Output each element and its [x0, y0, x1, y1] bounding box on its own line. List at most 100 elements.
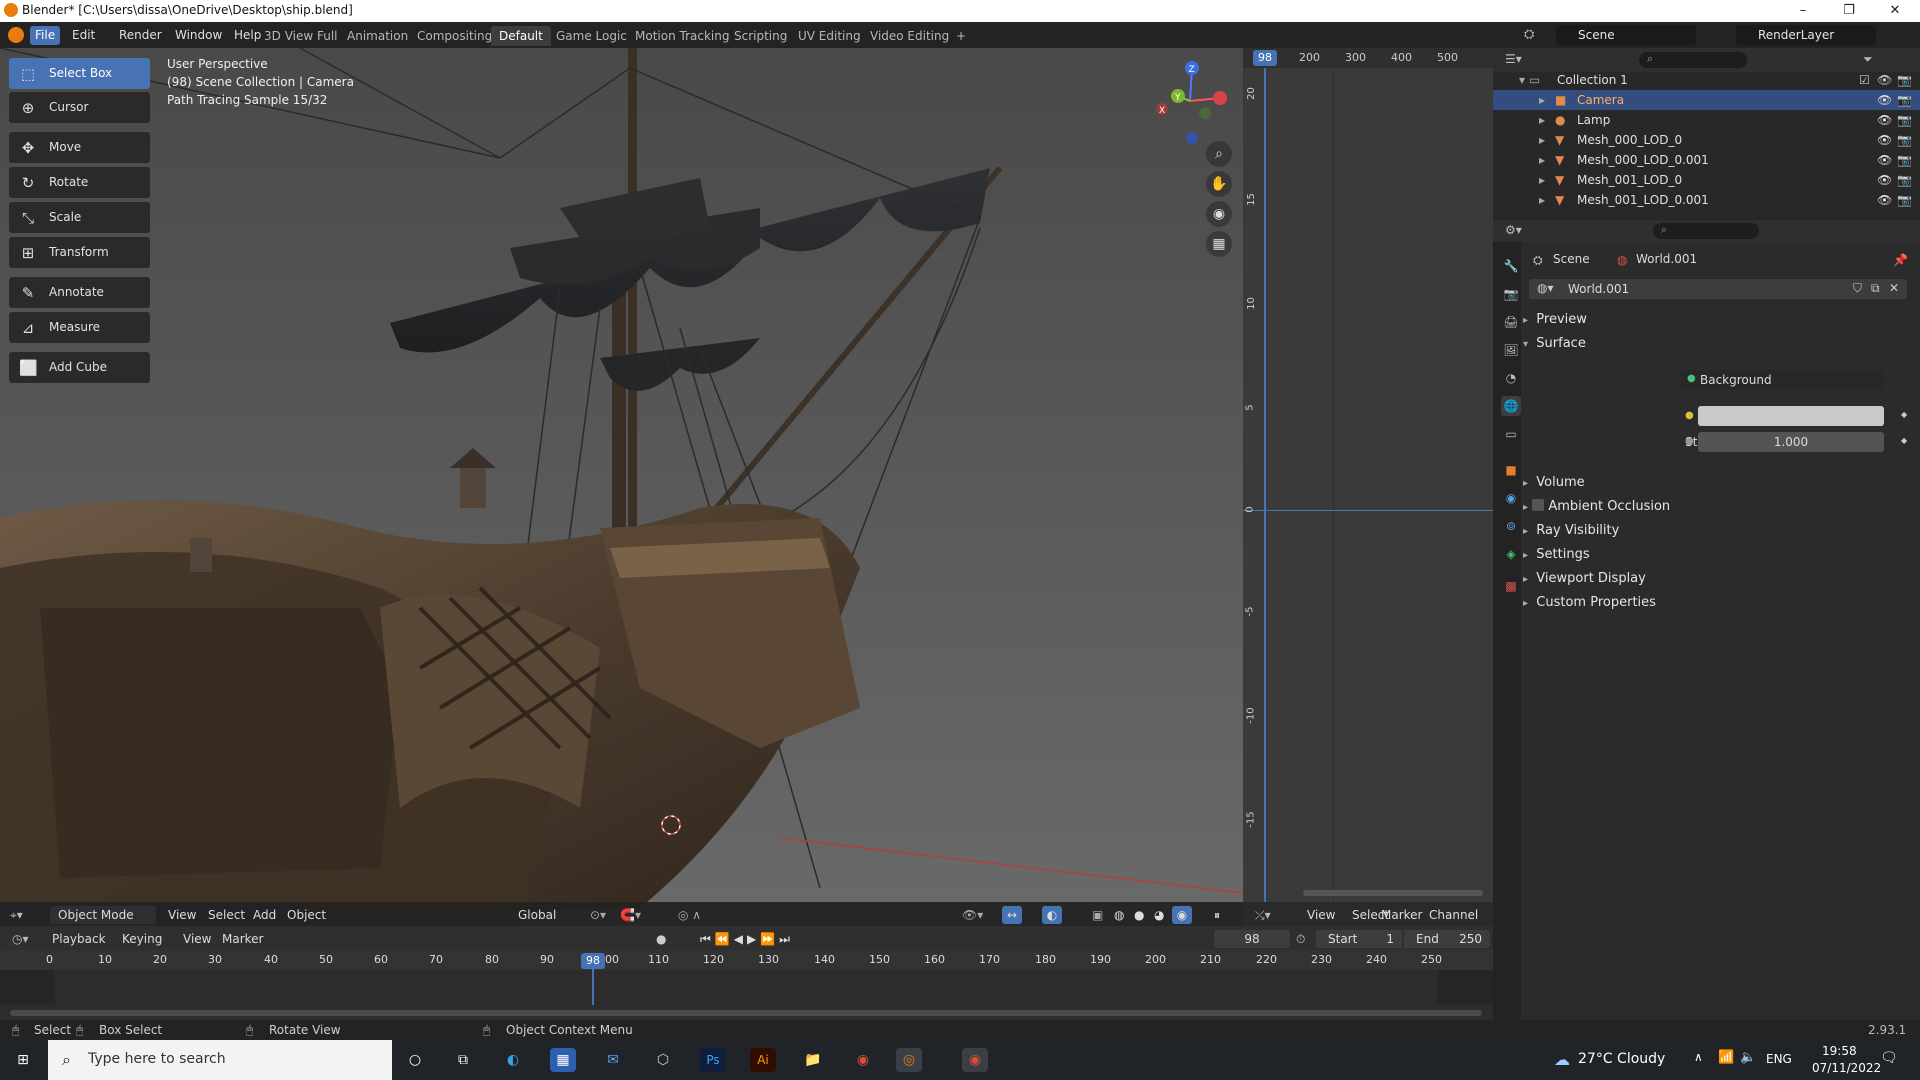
timeline-playhead[interactable] — [592, 969, 594, 1005]
viewport-menu-add[interactable]: Add — [253, 906, 276, 924]
menu-edit[interactable]: Edit — [67, 26, 100, 45]
camera-render-icon[interactable]: 📷 — [1897, 110, 1912, 130]
language-indicator[interactable]: ENG — [1766, 1052, 1792, 1066]
tool-scale[interactable]: ⤡ Scale — [9, 202, 150, 233]
weather-text[interactable]: 27°C Cloudy — [1578, 1051, 1665, 1067]
keyframe-dot-icon[interactable]: ◆ — [1901, 436, 1907, 445]
render-layer-selector[interactable]: RenderLayer — [1736, 25, 1876, 45]
camera-render-icon[interactable]: 📷 — [1897, 90, 1912, 110]
outliner-row-lamp[interactable]: ▸ ● Lamp 👁 📷 — [1493, 110, 1920, 130]
task-view-icon[interactable]: ⧉ — [450, 1048, 476, 1072]
timeline-playhead-label[interactable]: 98 — [581, 953, 605, 969]
graph-scrollbar[interactable] — [1303, 890, 1483, 896]
menu-window[interactable]: Window — [170, 26, 227, 45]
collection-properties-icon[interactable]: ▭ — [1501, 424, 1521, 444]
outliner-row-mesh[interactable]: ▸ ▼ Mesh_000_LOD_0 👁 📷 — [1493, 130, 1920, 150]
windows-start-icon[interactable]: ⊞ — [10, 1048, 36, 1072]
pin-icon[interactable]: 📌 — [1893, 253, 1908, 267]
ao-checkbox[interactable] — [1532, 499, 1545, 511]
pause-render-icon[interactable]: ⏸ — [1214, 906, 1220, 924]
add-workspace-button[interactable]: + — [948, 26, 974, 46]
clock-date[interactable]: 07/11/2022 — [1812, 1061, 1881, 1075]
solid-shading-icon[interactable]: ● — [1134, 906, 1144, 924]
graph-menu-marker[interactable]: Marker — [1381, 906, 1422, 924]
panel-ray-visibility[interactable]: ▸ Ray Visibility — [1523, 520, 1920, 542]
graph-menu-channel[interactable]: Channel — [1429, 906, 1478, 924]
menu-render[interactable]: Render — [114, 26, 167, 45]
object-mode-dropdown[interactable]: Object Mode — [50, 906, 156, 924]
timeline-scrollbar[interactable] — [10, 1010, 1482, 1016]
constraints-icon[interactable]: ⊚ — [1501, 516, 1521, 536]
eye-icon[interactable]: 👁 — [1877, 90, 1892, 110]
panel-viewport-display[interactable]: ▸ Viewport Display — [1523, 568, 1920, 590]
filter-icon[interactable]: ⏷ — [1863, 52, 1873, 67]
end-frame-field[interactable]: End 250 — [1404, 930, 1490, 948]
eye-icon[interactable]: 👁 — [1877, 170, 1892, 190]
camera-render-icon[interactable]: 📷 — [1897, 190, 1912, 210]
render-properties-icon[interactable]: 📷 — [1501, 284, 1521, 304]
ortho-grid-icon[interactable]: ▦ — [1206, 231, 1232, 257]
texture-properties-icon[interactable]: ▩ — [1501, 576, 1521, 596]
pan-hand-icon[interactable]: ✋ — [1206, 171, 1232, 197]
camera-render-icon[interactable]: 📷 — [1897, 170, 1912, 190]
tab-3d-view-full[interactable]: 3D View Full — [256, 26, 346, 46]
tool-annotate[interactable]: ✎ Annotate — [9, 277, 150, 308]
properties-editor-icon[interactable]: ⚙▾ — [1505, 223, 1522, 237]
tool-rotate[interactable]: ↻ Rotate — [9, 167, 150, 198]
gizmo-toggle-icon[interactable]: ↔ — [1002, 906, 1022, 924]
keyframe-dot-icon[interactable]: ◆ — [1901, 410, 1907, 419]
viewport-menu-view[interactable]: View — [168, 906, 196, 924]
panel-ambient-occlusion[interactable]: ▸ Ambient Occlusion — [1523, 496, 1920, 518]
panel-surface[interactable]: ▾ Surface — [1523, 333, 1920, 355]
world-name[interactable]: World.001 — [1568, 282, 1629, 296]
strength-socket-icon[interactable]: ● — [1685, 436, 1694, 447]
transform-orientation-dropdown[interactable]: Global — [500, 906, 556, 924]
outliner-collection-row[interactable]: ▾ ▭ Collection 1 ☑ 👁 📷 — [1493, 70, 1920, 90]
timeline-editor-icon[interactable]: ◷▾ — [12, 930, 29, 948]
eye-icon[interactable]: 👁 — [1877, 190, 1892, 210]
eye-icon[interactable]: 👁 — [1877, 110, 1892, 130]
3d-viewport[interactable]: ⬚ Select Box ⊕ Cursor ✥ Move ↻ Rotate ⤡ Scale… — [0, 48, 1243, 926]
viewport-menu-object[interactable]: Object — [287, 906, 326, 924]
viewport-menu-select[interactable]: Select — [208, 906, 245, 924]
edge-browser-icon[interactable]: ◐ — [500, 1048, 526, 1072]
outliner-row-mesh[interactable]: ▸ ▼ Mesh_000_LOD_0.001 👁 📷 — [1493, 150, 1920, 170]
outliner-row-mesh[interactable]: ▸ ▼ Mesh_001_LOD_0 👁 📷 — [1493, 170, 1920, 190]
timeline-menu-marker[interactable]: Marker — [222, 930, 263, 948]
camera-render-icon[interactable]: 📷 — [1897, 70, 1912, 90]
xray-icon[interactable]: ▣ — [1092, 906, 1103, 924]
tool-cursor[interactable]: ⊕ Cursor — [9, 92, 150, 123]
cortana-icon[interactable]: ○ — [402, 1048, 428, 1072]
tray-chevron-icon[interactable]: ∧ — [1694, 1050, 1703, 1064]
tool-select-box[interactable]: ⬚ Select Box — [9, 58, 150, 89]
expand-arrow-icon[interactable]: ▸ — [1539, 110, 1545, 130]
tab-scripting[interactable]: Scripting — [726, 26, 795, 46]
outliner-search-input[interactable]: ⌕ — [1639, 52, 1747, 68]
camera-render-icon[interactable]: 📷 — [1897, 150, 1912, 170]
unity-hub-icon[interactable]: ⬡ — [650, 1048, 676, 1072]
record-keyframe-icon[interactable]: ● — [656, 930, 666, 948]
playback-controls-icon[interactable]: ⏮⏪◀▶⏩⏭ — [700, 930, 794, 948]
chrome-window-icon[interactable]: ◉ — [962, 1048, 988, 1072]
scene-selector[interactable]: Scene — [1556, 25, 1696, 45]
tab-animation[interactable]: Animation — [339, 26, 416, 46]
start-frame-field[interactable]: Start 1 — [1316, 930, 1402, 948]
camera-view-icon[interactable]: ◉ — [1206, 201, 1232, 227]
expand-arrow-icon[interactable]: ▸ — [1539, 170, 1545, 190]
proportional-edit-icon[interactable]: ◎ ∧ — [678, 906, 701, 924]
outliner[interactable]: ☰▾ ⌕ ⏷ ▾ ▭ Collection 1 ☑ 👁 📷 ▸ ■ Camera… — [1493, 48, 1920, 220]
timeline-menu-view[interactable]: View — [183, 930, 211, 948]
physics-properties-icon[interactable]: ◉ — [1501, 488, 1521, 508]
menu-file[interactable]: File — [30, 26, 61, 45]
photoshop-icon[interactable]: Ps — [700, 1048, 726, 1072]
overlay-toggle-icon[interactable]: ◐ — [1042, 906, 1062, 924]
checkbox-icon[interactable]: ☑ — [1859, 70, 1870, 90]
properties-search-input[interactable]: ⌕ — [1653, 223, 1759, 239]
visibility-icon[interactable]: 👁▾ — [962, 906, 983, 924]
snap-icon[interactable]: 🧲▾ — [620, 906, 641, 924]
eye-icon[interactable]: 👁 — [1877, 70, 1892, 90]
tab-motion-tracking[interactable]: Motion Tracking — [627, 26, 737, 46]
tool-settings-icon[interactable]: 🔧 — [1501, 256, 1521, 276]
tool-move[interactable]: ✥ Move — [9, 132, 150, 163]
chrome-icon[interactable]: ◉ — [850, 1048, 876, 1072]
